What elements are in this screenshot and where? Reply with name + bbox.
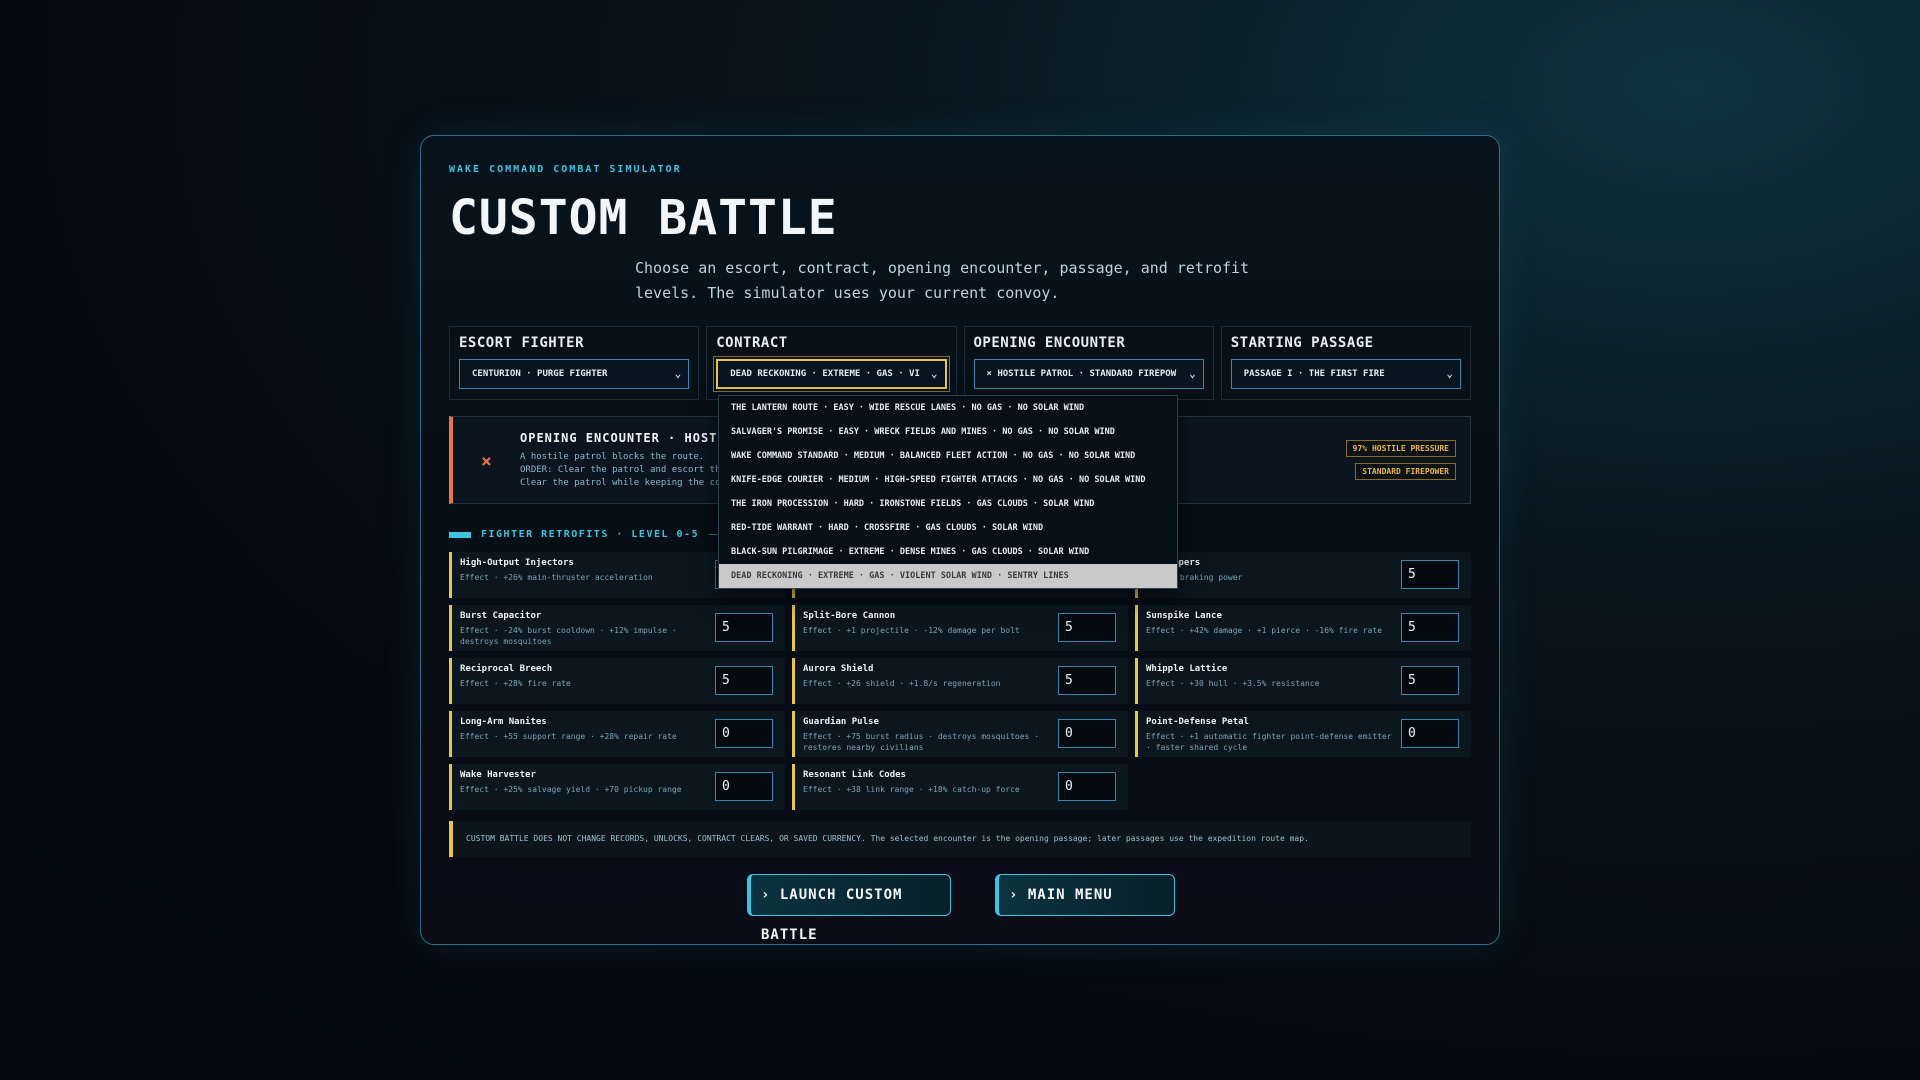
retrofit-effect: Effect · +42% damage · +1 pierce · -16% … [1146, 626, 1383, 635]
chevron-down-icon: ⌄ [930, 367, 938, 380]
retrofit-card: Reciprocal Breech Effect · +28% fire rate… [449, 658, 785, 704]
firepower-badge: STANDARD FIREPOWER [1355, 463, 1456, 480]
retrofit-level-input[interactable]: 5 [1401, 560, 1459, 589]
encounter-title: OPENING ENCOUNTER · HOSTI [520, 431, 726, 445]
chevron-down-icon: ⌄ [674, 367, 682, 380]
main-menu-button[interactable]: › MAIN MENU [995, 874, 1175, 916]
contract-value: DEAD RECKONING · EXTREME · GAS · VI [730, 369, 920, 379]
encounter-order-line: ORDER: Clear the patrol and escort the c [520, 465, 737, 475]
starting-passage-value: PASSAGE I · THE FIRST FIRE [1243, 369, 1385, 379]
retrofit-card: Sunspike Lance Effect · +42% damage · +1 … [1135, 605, 1471, 651]
retrofit-card: Guardian Pulse Effect · +75 burst radius … [792, 711, 1128, 757]
retrofit-card: Aurora Shield Effect · +26 shield · +1.8/… [792, 658, 1128, 704]
chevron-down-icon: ⌄ [1446, 367, 1453, 380]
contract-label: CONTRACT [716, 335, 788, 351]
retrofit-level-input[interactable]: 5 [1058, 613, 1116, 642]
hostile-pressure-badge: 97% HOSTILE PRESSURE [1345, 440, 1456, 457]
launch-custom-battle-button[interactable]: › LAUNCH CUSTOM BATTLE [747, 874, 951, 943]
retrofit-card: Point-Defense Petal Effect · +1 automatic… [1135, 711, 1471, 757]
retrofit-level-input[interactable]: 0 [1058, 719, 1116, 748]
retrofit-effect: Effect · +30 hull · +3.5% resistance [1146, 679, 1320, 688]
retrofits-heading: FIGHTER RETROFITS · LEVEL 0-5 [449, 529, 740, 540]
contract-option[interactable]: RED-TIDE WARRANT · HARD · CROSSFIRE · GA… [719, 516, 1177, 540]
retrofit-level-input[interactable]: 5 [715, 613, 773, 642]
retrofit-effect: Effect · +75 burst radius · destroys mos… [803, 732, 1040, 752]
escort-fighter-select[interactable]: CENTURION · PURGE FIGHTER ⌄ [459, 359, 690, 389]
retrofit-effect: Effect · +28% fire rate [460, 679, 571, 688]
retrofit-effect: · +45% braking power [1146, 573, 1243, 582]
contract-select[interactable]: DEAD RECKONING · EXTREME · GAS · VI ⌄ [716, 359, 947, 389]
retrofit-level-input[interactable]: 5 [1058, 666, 1116, 695]
notice-bar: CUSTOM BATTLE DOES NOT CHANGE RECORDS, U… [449, 821, 1471, 857]
opening-encounter-box: OPENING ENCOUNTER × HOSTILE PATROL · STA… [963, 326, 1214, 400]
retrofit-grid: High-Output Injectors Effect · +26% main-… [449, 552, 1471, 810]
selector-row: ESCORT FIGHTER CENTURION · PURGE FIGHTER… [449, 326, 1471, 400]
retrofit-level-input[interactable]: 0 [715, 719, 773, 748]
contract-option[interactable]: WAKE COMMAND STANDARD · MEDIUM · BALANCE… [719, 444, 1177, 468]
hostile-x-icon: × [481, 451, 492, 472]
retrofit-effect: Effect · +26 shield · +1.8/s regeneratio… [803, 679, 1001, 688]
eyebrow: WAKE COMMAND COMBAT SIMULATOR [449, 164, 682, 175]
encounter-desc-line: Clear the patrol while keeping the convo [520, 478, 737, 488]
heading-bar [449, 531, 471, 538]
contract-box: CONTRACT DEAD RECKONING · EXTREME · GAS … [706, 326, 957, 400]
opening-encounter-label: OPENING ENCOUNTER [973, 335, 1126, 351]
contract-option[interactable]: SALVAGER'S PROMISE · EASY · WRECK FIELDS… [719, 420, 1177, 444]
subtitle: Choose an escort, contract, opening enco… [635, 259, 1250, 302]
retrofit-effect: Effect · +1 projectile · -12% damage per… [803, 626, 1020, 635]
opening-encounter-select[interactable]: × HOSTILE PATROL · STANDARD FIREPOW ⌄ [973, 359, 1204, 389]
retrofit-effect: Effect · +38 link range · +18% catch-up … [803, 785, 1020, 794]
retrofit-effect: Effect · +26% main-thruster acceleration [460, 573, 653, 582]
starting-passage-box: STARTING PASSAGE PASSAGE I · THE FIRST F… [1220, 326, 1471, 400]
retrofit-card: Long-Arm Nanites Effect · +55 support ran… [449, 711, 785, 757]
retrofit-level-input[interactable]: 0 [1058, 772, 1116, 801]
contract-option[interactable]: KNIFE-EDGE COURIER · MEDIUM · HIGH-SPEED… [719, 468, 1177, 492]
retrofit-level-input[interactable]: 5 [1401, 613, 1459, 642]
contract-option[interactable]: THE LANTERN ROUTE · EASY · WIDE RESCUE L… [719, 396, 1177, 420]
encounter-description: A hostile patrol blocks the route. ORDER… [520, 451, 737, 490]
contract-option[interactable]: BLACK-SUN PILGRIMAGE · EXTREME · DENSE M… [719, 540, 1177, 564]
opening-encounter-value: × HOSTILE PATROL · STANDARD FIREPOW [986, 369, 1177, 379]
contract-dropdown-list: THE LANTERN ROUTE · EASY · WIDE RESCUE L… [718, 395, 1178, 589]
starting-passage-select[interactable]: PASSAGE I · THE FIRST FIRE ⌄ [1230, 359, 1461, 389]
retrofit-level-input[interactable]: 0 [715, 772, 773, 801]
retrofit-effect: Effect · -24% burst cooldown · +12% impu… [460, 626, 677, 646]
retrofit-card: Burst Capacitor Effect · -24% burst coold… [449, 605, 785, 651]
retrofit-effect: Effect · +1 automatic fighter point-defe… [1146, 732, 1392, 752]
chevron-down-icon: ⌄ [1189, 367, 1196, 380]
retrofit-card: Split-Bore Cannon Effect · +1 projectile … [792, 605, 1128, 651]
retrofits-heading-text: FIGHTER RETROFITS · LEVEL 0-5 [481, 529, 700, 540]
retrofit-level-input[interactable]: 5 [715, 666, 773, 695]
escort-fighter-label: ESCORT FIGHTER [459, 335, 585, 351]
retrofit-effect: Effect · +55 support range · +28% repair… [460, 732, 677, 741]
retrofit-level-input[interactable]: 5 [1401, 666, 1459, 695]
retrofit-level-input[interactable]: 0 [1401, 719, 1459, 748]
encounter-desc-line: A hostile patrol blocks the route. [520, 452, 705, 462]
retrofit-card: Wake Harvester Effect · +25% salvage yiel… [449, 764, 785, 810]
escort-fighter-box: ESCORT FIGHTER CENTURION · PURGE FIGHTER… [449, 326, 700, 400]
contract-option[interactable]: THE IRON PROCESSION · HARD · IRONSTONE F… [719, 492, 1177, 516]
contract-option-selected[interactable]: DEAD RECKONING · EXTREME · GAS · VIOLENT… [719, 564, 1177, 588]
retrofit-card: Resonant Link Codes Effect · +38 link ran… [792, 764, 1128, 810]
escort-fighter-value: CENTURION · PURGE FIGHTER [472, 369, 608, 379]
starting-passage-label: STARTING PASSAGE [1230, 335, 1374, 351]
page-title: CUSTOM BATTLE [449, 190, 838, 246]
retrofit-effect: Effect · +25% salvage yield · +70 pickup… [460, 785, 682, 794]
retrofit-card: al Dampers· +45% braking power5 [1135, 552, 1471, 598]
retrofit-card: Whipple Lattice Effect · +30 hull · +3.5%… [1135, 658, 1471, 704]
